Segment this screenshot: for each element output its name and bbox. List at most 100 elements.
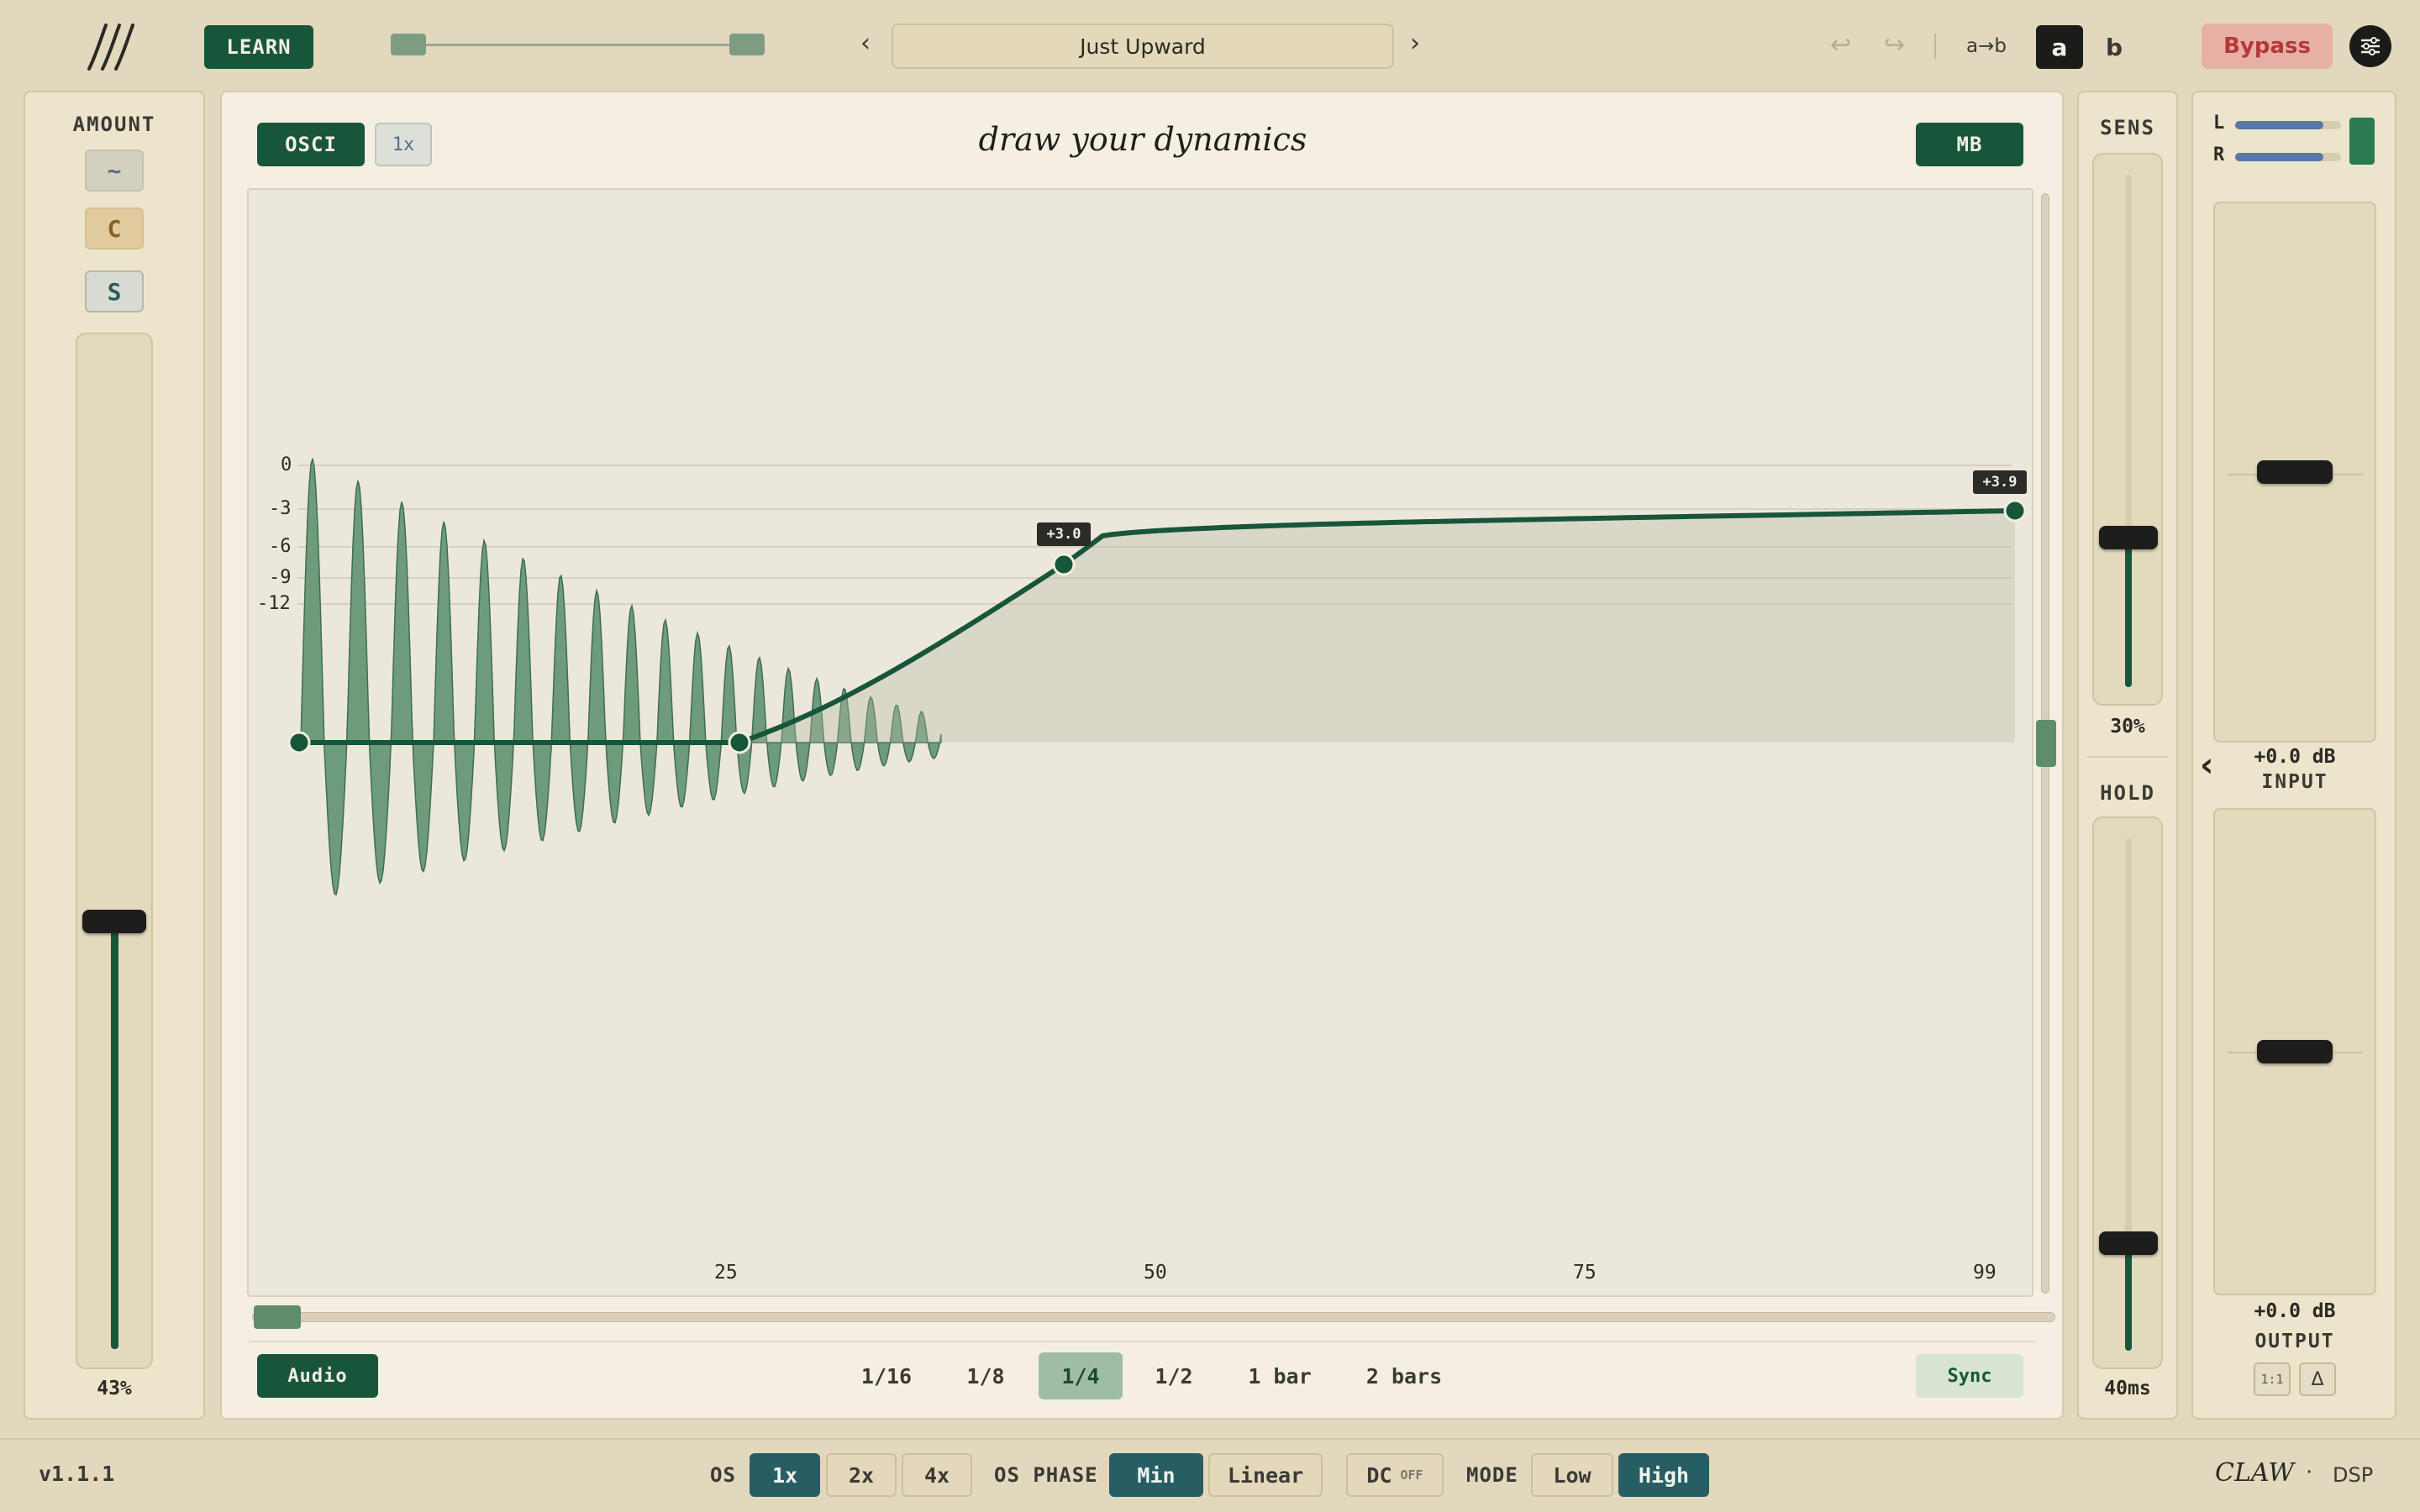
envelope-point[interactable] <box>1052 553 1076 576</box>
meter-l-label: L <box>2213 113 2225 134</box>
multiband-toggle[interactable]: MB <box>1916 123 2023 166</box>
meter-l-bar <box>2235 121 2341 129</box>
graph-vertical-scroll-thumb[interactable] <box>2036 720 2056 767</box>
bypass-button[interactable]: Bypass <box>2202 24 2333 69</box>
brand-dot: · <box>2306 1460 2313 1485</box>
amount-value: 43% <box>97 1378 132 1399</box>
os-4x-button[interactable]: 4x <box>902 1453 972 1497</box>
range-slider-track <box>408 44 752 46</box>
sens-slider[interactable] <box>2092 153 2163 706</box>
output-label: OUTPUT <box>2254 1331 2335 1352</box>
division-1-4[interactable]: 1/4 <box>1039 1352 1123 1399</box>
output-gain-slider[interactable] <box>2213 808 2376 1295</box>
undo-icon[interactable]: ↩ <box>1830 30 1851 60</box>
amount-mode-s-toggle[interactable]: S <box>85 270 144 312</box>
point-value-badge: +3.0 <box>1037 522 1091 546</box>
learn-button[interactable]: LEARN <box>204 25 313 69</box>
prev-preset-button[interactable]: ‹ <box>860 29 871 58</box>
ratio-link-button[interactable]: 1:1 <box>2254 1362 2291 1396</box>
division-1-16[interactable]: 1/16 <box>849 1352 924 1399</box>
amount-slider[interactable] <box>76 333 153 1369</box>
x-tick-label: 75 <box>1573 1262 1597 1284</box>
phase-min-button[interactable]: Min <box>1109 1453 1203 1497</box>
envelope-point[interactable] <box>2003 499 2027 522</box>
sens-value: 30% <box>2110 716 2145 738</box>
zoom-button[interactable]: 1x <box>375 123 432 166</box>
settings-icon[interactable] <box>2349 25 2391 67</box>
hold-slider-thumb[interactable] <box>2099 1231 2158 1255</box>
division-1-8[interactable]: 1/8 <box>948 1352 1023 1399</box>
output-gain-value: +0.0 dB <box>2254 1300 2336 1322</box>
amount-slider-fill <box>111 922 118 1349</box>
input-gain-thumb[interactable] <box>2257 460 2333 484</box>
graph-horizontal-scrollbar[interactable] <box>252 1312 2055 1322</box>
division-1-bar[interactable]: 1 bar <box>1234 1352 1326 1399</box>
next-preset-button[interactable]: › <box>1410 29 1420 58</box>
meter-r-label: R <box>2213 144 2225 165</box>
a-state-button[interactable]: a <box>2036 25 2083 69</box>
mode-label: MODE <box>1466 1463 1518 1487</box>
graph-horizontal-scroll-thumb[interactable] <box>254 1305 301 1329</box>
audio-waveform <box>300 458 942 896</box>
audio-trigger-button[interactable]: Audio <box>257 1354 378 1398</box>
envelope-point[interactable] <box>287 731 311 754</box>
meter-clip-indicator[interactable] <box>2349 118 2375 165</box>
range-slider-handle-left[interactable] <box>391 34 426 55</box>
y-tick-label: -12 <box>257 593 291 614</box>
dc-label: DC <box>1366 1462 1392 1488</box>
graph-bottom-divider <box>249 1341 2035 1342</box>
x-tick-label: 99 <box>1973 1262 1996 1284</box>
sync-button[interactable]: Sync <box>1916 1354 2023 1398</box>
ab-copy-button[interactable]: a→b <box>1966 35 2007 57</box>
meter-r-bar <box>2235 153 2341 161</box>
b-state-button[interactable]: b <box>2091 25 2138 69</box>
os-phase-label: OS PHASE <box>994 1463 1098 1487</box>
app-logo <box>77 22 145 72</box>
division-2-bars[interactable]: 2 bars <box>1349 1352 1459 1399</box>
output-gain-thumb[interactable] <box>2257 1040 2333 1063</box>
amount-slider-thumb[interactable] <box>82 910 146 933</box>
y-tick-label: -6 <box>269 536 292 557</box>
brand-suffix: DSP <box>2333 1463 2374 1487</box>
division-1-2[interactable]: 1/2 <box>1136 1352 1212 1399</box>
hold-value: 40ms <box>2104 1378 2151 1399</box>
io-collapse-arrow[interactable]: ‹ <box>2200 746 2213 785</box>
amount-mode-wave-toggle[interactable]: ~ <box>85 150 144 192</box>
amount-title: AMOUNT <box>72 113 156 136</box>
os-label: OS <box>710 1463 736 1487</box>
x-tick-label: 25 <box>714 1262 738 1284</box>
input-gain-value: +0.0 dB <box>2254 746 2336 768</box>
envelope-point[interactable] <box>728 731 751 754</box>
dynamics-graph-canvas[interactable] <box>247 188 2033 1297</box>
os-2x-button[interactable]: 2x <box>826 1453 897 1497</box>
os-1x-button[interactable]: 1x <box>750 1453 820 1497</box>
hold-slider[interactable] <box>2092 816 2163 1369</box>
input-gain-slider[interactable] <box>2213 202 2376 743</box>
hold-title: HOLD <box>2100 781 2155 805</box>
dc-filter-toggle[interactable]: DC OFF <box>1346 1453 1444 1497</box>
y-tick-label: -9 <box>269 567 292 588</box>
preset-name[interactable]: Just Upward <box>892 24 1394 69</box>
input-label: INPUT <box>2261 771 2328 793</box>
graph-title: draw your dynamics <box>978 121 1307 158</box>
sens-slider-thumb[interactable] <box>2099 526 2158 549</box>
y-tick-label: -3 <box>269 498 292 519</box>
mode-high-button[interactable]: High <box>1618 1453 1709 1497</box>
mode-low-button[interactable]: Low <box>1531 1453 1613 1497</box>
range-slider[interactable] <box>391 34 765 55</box>
hold-slider-fill <box>2125 1247 2132 1351</box>
delta-listen-button[interactable]: Δ <box>2299 1362 2336 1396</box>
toolbar-divider <box>1934 34 1936 59</box>
y-tick-label: 0 <box>281 454 292 475</box>
point-value-badge: +3.9 <box>1973 470 2027 494</box>
sens-title: SENS <box>2100 116 2155 139</box>
sens-hold-divider <box>2087 756 2168 758</box>
dc-state: OFF <box>1400 1467 1423 1483</box>
osci-toggle[interactable]: OSCI <box>257 123 365 166</box>
phase-linear-button[interactable]: Linear <box>1208 1453 1323 1497</box>
version-label: v1.1.1 <box>39 1462 115 1486</box>
range-slider-handle-right[interactable] <box>729 34 765 55</box>
sens-slider-fill <box>2125 534 2132 687</box>
amount-mode-c-toggle[interactable]: C <box>85 207 144 249</box>
redo-icon[interactable]: ↪ <box>1884 30 1905 60</box>
